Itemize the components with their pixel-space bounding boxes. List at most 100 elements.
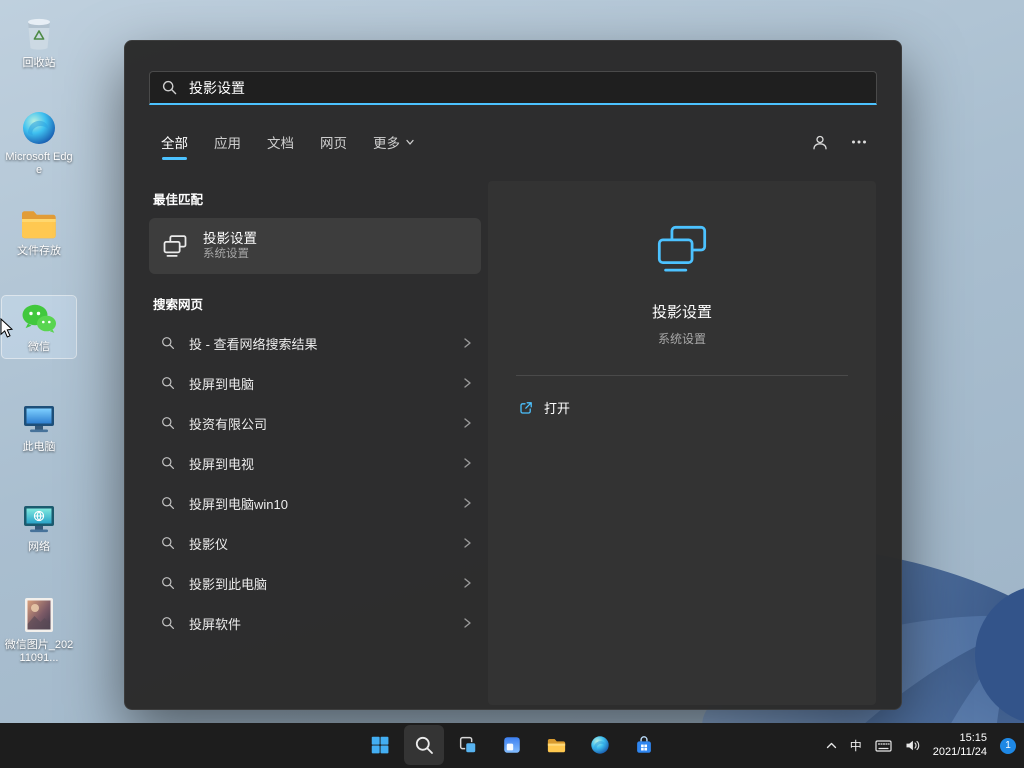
desktop-icon-label: 微信 (28, 341, 50, 354)
tab-apps[interactable]: 应用 (214, 132, 241, 152)
start-button[interactable] (360, 725, 400, 765)
desktop-icon-image-file[interactable]: 微信图片_20211091... (2, 590, 76, 669)
web-search-text: 投影到此电脑 (189, 574, 267, 593)
web-search-list: 投 - 查看网络搜索结果 投屏到电脑 投资有限公司 投屏到电视 投屏到电脑win (149, 323, 481, 643)
desktop-icon-folder[interactable]: 文件存放 (2, 202, 76, 262)
search-icon (161, 536, 175, 550)
results-column: 最佳匹配 投影设置 系统设置 搜索网页 投 - 查看网络搜索结果 投屏到 (149, 181, 481, 643)
folder-icon (18, 206, 60, 242)
chevron-right-icon[interactable] (461, 617, 473, 629)
desktop-icon-network[interactable]: 网络 (2, 496, 76, 558)
web-search-text: 投影仪 (189, 534, 228, 553)
best-match-heading: 最佳匹配 (153, 189, 481, 208)
clock[interactable]: 15:15 2021/11/24 (933, 732, 987, 759)
web-search-row[interactable]: 投资有限公司 (149, 403, 481, 443)
search-icon (161, 496, 175, 510)
tab-label: 全部 (161, 132, 188, 152)
web-search-row[interactable]: 投影仪 (149, 523, 481, 563)
widgets-button[interactable] (492, 725, 532, 765)
taskbar-center (360, 725, 664, 765)
tab-documents[interactable]: 文档 (267, 132, 294, 152)
recycle-bin-icon (19, 12, 59, 54)
open-label: 打开 (544, 398, 570, 417)
chevron-down-icon (405, 137, 415, 147)
desktop-icon-wechat[interactable]: 微信 (2, 296, 76, 358)
desktop-icon-label: 网络 (28, 541, 50, 554)
desktop-icon-label: 文件存放 (17, 245, 61, 258)
notification-badge[interactable]: 1 (1000, 738, 1016, 754)
chevron-right-icon[interactable] (461, 417, 473, 429)
system-tray: 中 15:15 2021/11/24 1 (826, 723, 1016, 768)
chevron-right-icon[interactable] (461, 537, 473, 549)
desktop-icon-label: 此电脑 (23, 441, 56, 454)
chevron-right-icon[interactable] (461, 337, 473, 349)
ime-indicator[interactable]: 中 (850, 737, 862, 754)
task-view-button[interactable] (448, 725, 488, 765)
search-box[interactable] (149, 71, 877, 105)
preview-title: 投影设置 (652, 301, 712, 322)
task-view-icon (457, 734, 479, 756)
desktop-icon-label: Microsoft Edge (4, 151, 74, 177)
tab-more[interactable]: 更多 (373, 132, 415, 152)
preview-pane: 投影设置 系统设置 打开 (488, 181, 876, 705)
web-search-text: 投屏到电视 (189, 454, 254, 473)
account-icon[interactable] (811, 134, 829, 151)
search-flyout: 全部 应用 文档 网页 更多 最佳匹配 (124, 40, 902, 710)
microsoft-store-button[interactable] (624, 725, 664, 765)
more-options-icon[interactable] (851, 139, 867, 145)
tab-label: 更多 (373, 132, 400, 152)
web-search-text: 投 - 查看网络搜索结果 (189, 334, 318, 353)
web-search-text: 投资有限公司 (189, 414, 267, 433)
search-icon (161, 376, 175, 390)
desktop-icon-this-pc[interactable]: 此电脑 (2, 396, 76, 458)
chevron-right-icon[interactable] (461, 377, 473, 389)
open-button[interactable]: 打开 (518, 398, 570, 417)
clock-date: 2021/11/24 (933, 746, 987, 760)
preview-subtitle: 系统设置 (658, 330, 706, 347)
edge-icon (19, 108, 59, 148)
volume-icon[interactable] (905, 739, 920, 752)
web-search-text: 投屏到电脑win10 (189, 494, 288, 513)
tray-chevron-up-icon[interactable] (826, 742, 837, 749)
web-search-text: 投屏到电脑 (189, 374, 254, 393)
search-icon (162, 80, 177, 95)
web-search-row[interactable]: 投屏到电脑 (149, 363, 481, 403)
external-link-icon (518, 400, 534, 416)
web-search-row[interactable]: 投影到此电脑 (149, 563, 481, 603)
edge-browser-button[interactable] (580, 725, 620, 765)
best-match-item[interactable]: 投影设置 系统设置 (149, 218, 481, 274)
wechat-icon (19, 300, 59, 338)
search-tabs: 全部 应用 文档 网页 更多 (161, 127, 875, 157)
network-icon (19, 500, 59, 538)
web-search-row[interactable]: 投屏到电视 (149, 443, 481, 483)
web-search-row[interactable]: 投屏软件 (149, 603, 481, 643)
search-icon (161, 416, 175, 430)
preview-divider (516, 375, 848, 376)
projection-screens-icon (161, 232, 189, 260)
desktop-icon-edge[interactable]: Microsoft Edge (2, 104, 76, 181)
search-input[interactable] (187, 79, 864, 97)
tab-label: 文档 (267, 132, 294, 152)
file-explorer-icon (545, 734, 568, 757)
clock-time: 15:15 (933, 732, 987, 746)
search-icon (161, 456, 175, 470)
widgets-icon (501, 734, 523, 756)
search-taskbar-button[interactable] (404, 725, 444, 765)
search-icon (414, 735, 435, 756)
file-explorer-button[interactable] (536, 725, 576, 765)
chevron-right-icon[interactable] (461, 577, 473, 589)
touch-keyboard-icon[interactable] (875, 740, 892, 752)
web-search-row[interactable]: 投屏到电脑win10 (149, 483, 481, 523)
desktop-icon-recycle-bin[interactable]: 回收站 (2, 8, 76, 74)
tab-all[interactable]: 全部 (161, 132, 188, 152)
web-search-heading: 搜索网页 (153, 294, 481, 313)
web-search-text: 投屏软件 (189, 614, 241, 633)
chevron-right-icon[interactable] (461, 457, 473, 469)
tab-web[interactable]: 网页 (320, 132, 347, 152)
desktop-icon-label: 微信图片_20211091... (4, 639, 74, 665)
chevron-right-icon[interactable] (461, 497, 473, 509)
search-icon (161, 576, 175, 590)
windows-logo-icon (369, 734, 391, 756)
web-search-row[interactable]: 投 - 查看网络搜索结果 (149, 323, 481, 363)
edge-icon (589, 734, 611, 756)
